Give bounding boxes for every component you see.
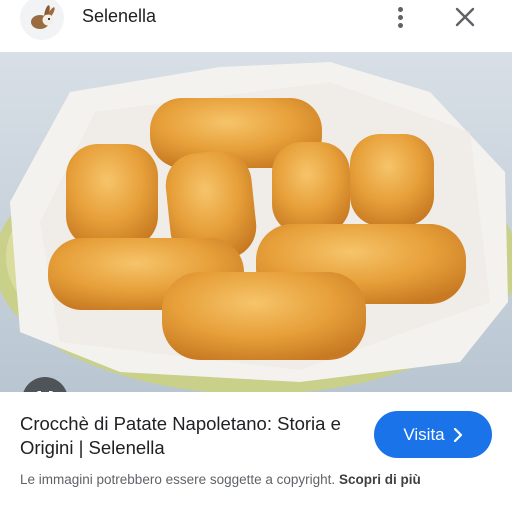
more-options-button[interactable] bbox=[386, 2, 414, 32]
site-name[interactable]: Selenella bbox=[82, 6, 156, 27]
result-title[interactable]: Crocchè di Patate Napoletano: Storia e O… bbox=[20, 412, 365, 460]
visit-label: Visita bbox=[403, 424, 445, 444]
learn-more-link[interactable]: Scopri di più bbox=[339, 472, 421, 487]
header-bar: Selenella bbox=[0, 0, 512, 50]
visit-button[interactable]: Visita bbox=[374, 411, 492, 458]
chevron-right-icon bbox=[453, 427, 462, 442]
rabbit-logo-icon bbox=[31, 5, 55, 29]
close-icon bbox=[455, 7, 475, 27]
croquettes-photo bbox=[0, 52, 512, 392]
site-logo[interactable] bbox=[20, 0, 64, 40]
more-vert-icon bbox=[397, 6, 403, 12]
result-image[interactable] bbox=[0, 52, 512, 392]
copyright-text: Le immagini potrebbero essere soggette a… bbox=[20, 472, 336, 487]
google-lens-icon bbox=[37, 391, 53, 392]
close-button[interactable] bbox=[450, 2, 480, 32]
copyright-notice: Le immagini potrebbero essere soggette a… bbox=[20, 472, 421, 487]
